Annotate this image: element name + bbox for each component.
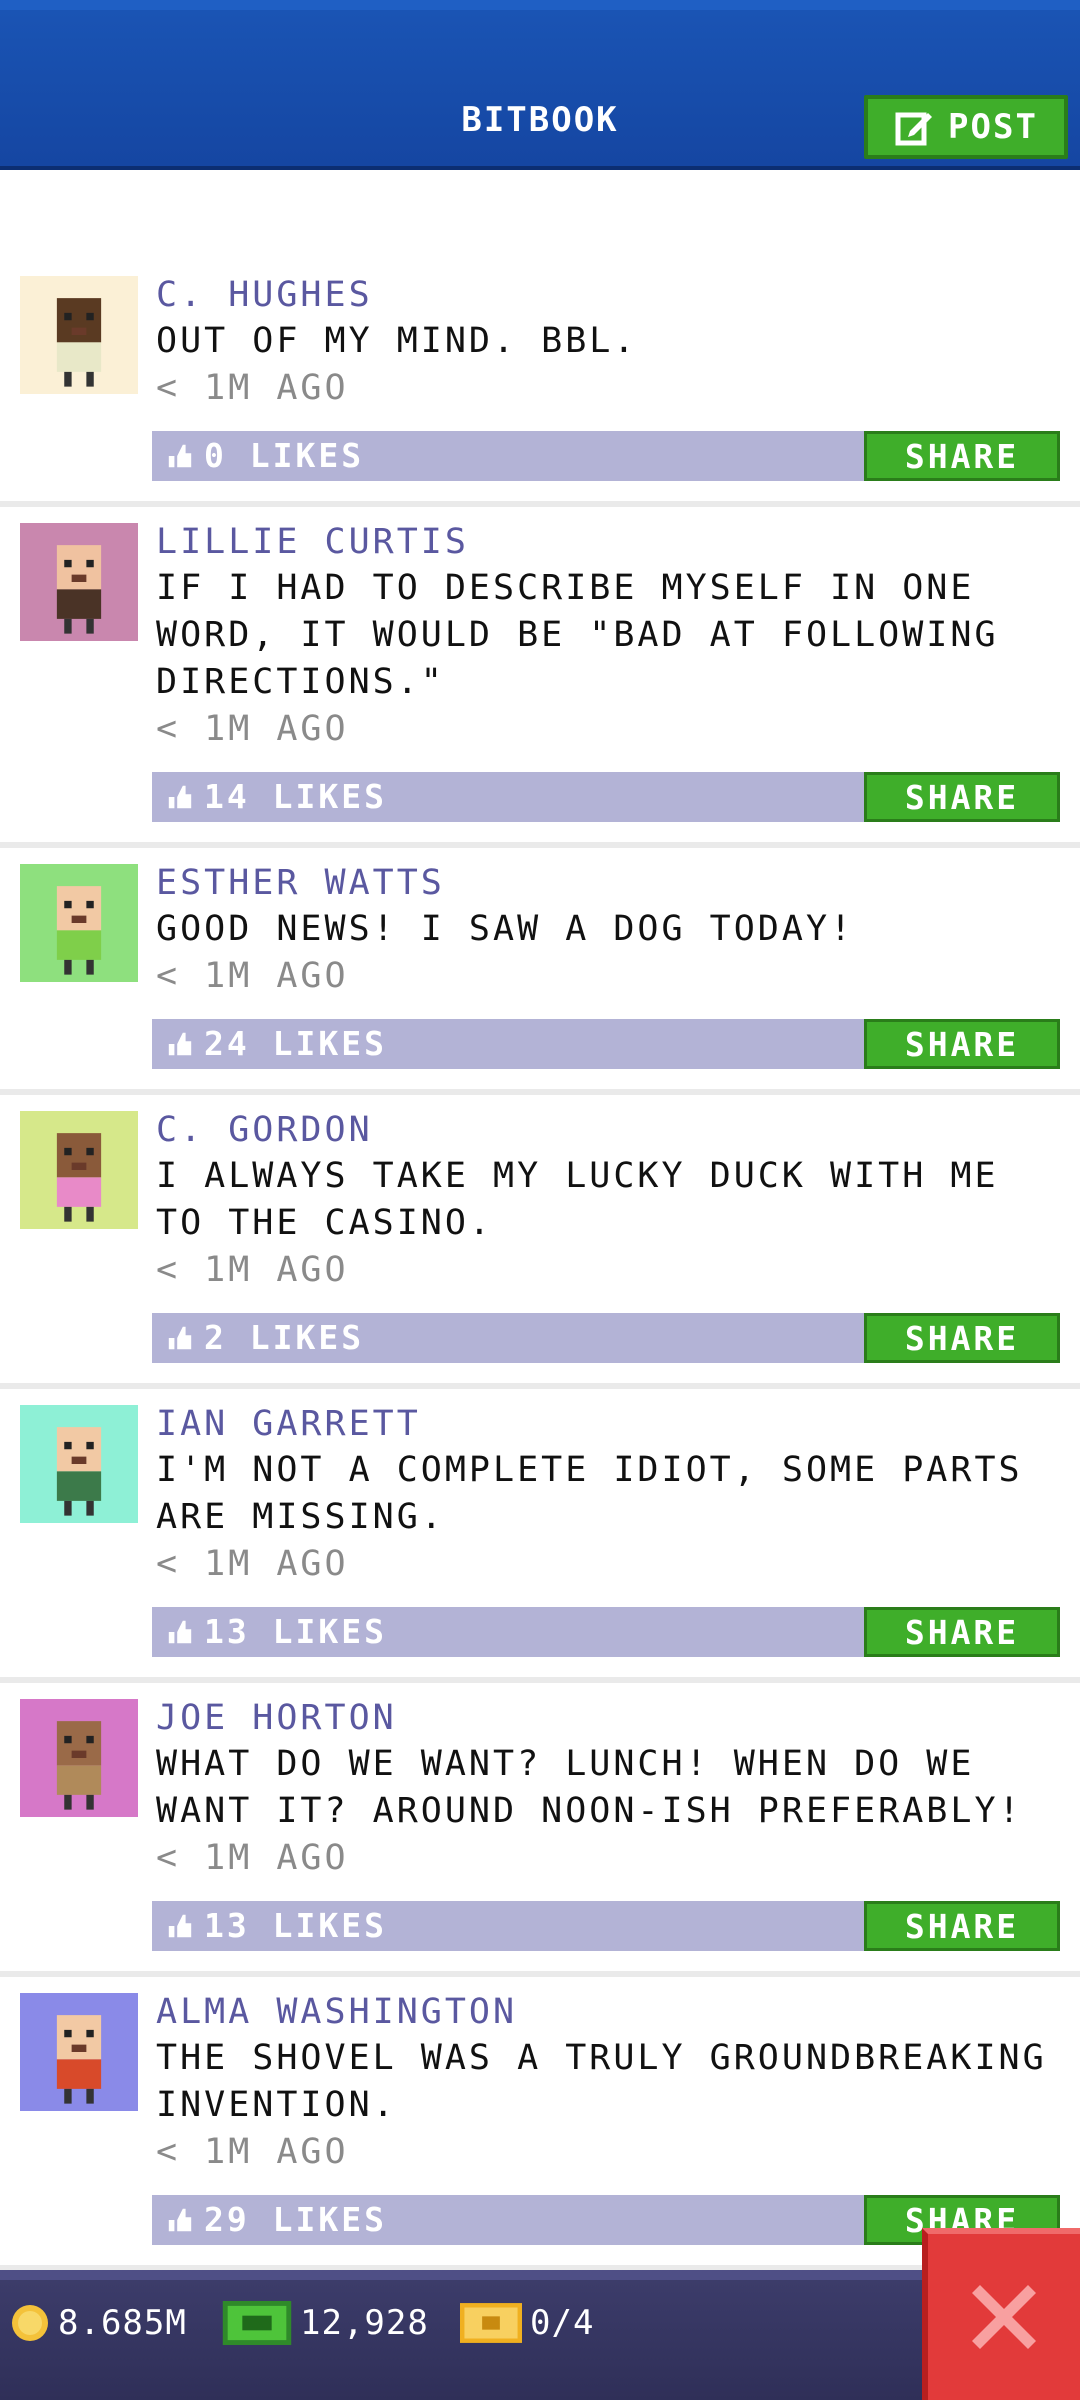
bux-icon: [222, 2301, 292, 2345]
coin-icon: [12, 2305, 48, 2341]
thumbs-up-icon: [168, 1620, 192, 1644]
close-button[interactable]: [922, 2228, 1080, 2400]
thumbs-up-icon: [168, 1326, 192, 1350]
like-count-label: 2 LIKES: [204, 1318, 365, 1357]
avatar[interactable]: [20, 1111, 138, 1229]
like-count-label: 24 LIKES: [204, 1024, 387, 1063]
post-action-bar: 24 LIKES SHARE: [152, 1019, 1060, 1069]
thumbs-up-icon: [168, 1032, 192, 1056]
post-action-bar: 13 LIKES SHARE: [152, 1901, 1060, 1951]
post-message: GOOD NEWS! I SAW A DOG TODAY!: [156, 909, 855, 949]
avatar[interactable]: [20, 1993, 138, 2111]
feed-post: IAN GARRETT I'M NOT A COMPLETE IDIOT, SO…: [0, 1389, 1080, 1683]
post-action-bar: 0 LIKES SHARE: [152, 431, 1060, 481]
share-button[interactable]: SHARE: [864, 1313, 1060, 1363]
post-message: WHAT DO WE WANT? LUNCH! WHEN DO WE WANT …: [156, 1744, 1023, 1831]
feed-post: ESTHER WATTS GOOD NEWS! I SAW A DOG TODA…: [0, 848, 1080, 1095]
post-time: < 1M AGO: [156, 1838, 349, 1878]
post-author[interactable]: ESTHER WATTS: [156, 860, 1060, 906]
post-author[interactable]: JOE HORTON: [156, 1695, 1060, 1741]
like-count: 0 LIKES: [166, 431, 364, 481]
post-author[interactable]: IAN GARRETT: [156, 1401, 1060, 1447]
post-time: < 1M AGO: [156, 956, 349, 996]
thumbs-up-icon: [168, 1914, 192, 1938]
post-message: I'M NOT A COMPLETE IDIOT, SOME PARTS ARE…: [156, 1450, 1023, 1537]
avatar[interactable]: [20, 864, 138, 982]
post-author[interactable]: C. GORDON: [156, 1107, 1060, 1153]
post-message: THE SHOVEL WAS A TRULY GROUNDBREAKING IN…: [156, 2038, 1047, 2125]
like-count: 13 LIKES: [166, 1901, 387, 1951]
post-time: < 1M AGO: [156, 709, 349, 749]
edit-icon: [895, 112, 933, 146]
share-button[interactable]: SHARE: [864, 772, 1060, 822]
post-button[interactable]: POST: [864, 95, 1068, 159]
post-author[interactable]: ALMA WASHINGTON: [156, 1989, 1060, 2035]
share-button[interactable]: SHARE: [864, 431, 1060, 481]
post-author[interactable]: LILLIE CURTIS: [156, 519, 1060, 565]
thumbs-up-icon: [168, 785, 192, 809]
avatar[interactable]: [20, 276, 138, 394]
tickets-stat: 0/4: [460, 2298, 594, 2348]
post-button-label: POST: [948, 107, 1038, 147]
post-message: I ALWAYS TAKE MY LUCKY DUCK WITH ME TO T…: [156, 1156, 999, 1243]
post-time: < 1M AGO: [156, 1544, 349, 1584]
close-icon: [972, 2285, 1036, 2349]
like-count: 14 LIKES: [166, 772, 387, 822]
post-message: IF I HAD TO DESCRIBE MYSELF IN ONE WORD,…: [156, 568, 999, 702]
post-time: < 1M AGO: [156, 1250, 349, 1290]
post-action-bar: 14 LIKES SHARE: [152, 772, 1060, 822]
avatar[interactable]: [20, 523, 138, 641]
like-count-label: 13 LIKES: [204, 1906, 387, 1945]
post-author[interactable]: C. HUGHES: [156, 272, 1060, 318]
like-count: 29 LIKES: [166, 2195, 387, 2245]
feed-post: ALMA WASHINGTON THE SHOVEL WAS A TRULY G…: [0, 1977, 1080, 2271]
avatar[interactable]: [20, 1405, 138, 1523]
app-header: BITBOOK POST: [0, 0, 1080, 170]
thumbs-up-icon: [168, 2208, 192, 2232]
coins-value: 8.685M: [58, 2303, 187, 2343]
coins-stat: 8.685M: [10, 2298, 187, 2348]
ticket-icon: [460, 2303, 522, 2343]
feed-list: C. HUGHES OUT OF MY MIND. BBL. < 1M AGO …: [0, 260, 1080, 2271]
share-button[interactable]: SHARE: [864, 1607, 1060, 1657]
like-count: 24 LIKES: [166, 1019, 387, 1069]
post-message: OUT OF MY MIND. BBL.: [156, 321, 638, 361]
avatar[interactable]: [20, 1699, 138, 1817]
post-action-bar: 2 LIKES SHARE: [152, 1313, 1060, 1363]
share-button[interactable]: SHARE: [864, 1901, 1060, 1951]
feed-post: C. GORDON I ALWAYS TAKE MY LUCKY DUCK WI…: [0, 1095, 1080, 1389]
bux-stat: 12,928: [222, 2298, 429, 2348]
feed-post: JOE HORTON WHAT DO WE WANT? LUNCH! WHEN …: [0, 1683, 1080, 1977]
post-time: < 1M AGO: [156, 2132, 349, 2172]
thumbs-up-icon: [168, 444, 192, 468]
post-time: < 1M AGO: [156, 368, 349, 408]
like-count: 2 LIKES: [166, 1313, 364, 1363]
tickets-value: 0/4: [530, 2303, 595, 2343]
like-count: 13 LIKES: [166, 1607, 387, 1657]
post-action-bar: 13 LIKES SHARE: [152, 1607, 1060, 1657]
like-count-label: 14 LIKES: [204, 777, 387, 816]
bux-value: 12,928: [300, 2303, 429, 2343]
currency-bar: 8.685M 12,928 0/4: [0, 2270, 1080, 2400]
share-button[interactable]: SHARE: [864, 1019, 1060, 1069]
feed-post: C. HUGHES OUT OF MY MIND. BBL. < 1M AGO …: [0, 260, 1080, 507]
feed-post: LILLIE CURTIS IF I HAD TO DESCRIBE MYSEL…: [0, 507, 1080, 848]
like-count-label: 29 LIKES: [204, 2200, 387, 2239]
like-count-label: 0 LIKES: [204, 436, 365, 475]
like-count-label: 13 LIKES: [204, 1612, 387, 1651]
